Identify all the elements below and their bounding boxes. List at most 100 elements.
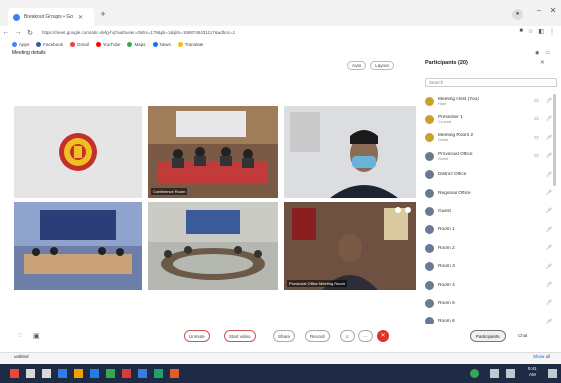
layout-button[interactable]: Layout [370,61,394,70]
back-icon[interactable]: ← [0,29,12,36]
participant-row[interactable]: Meeting Room 2 Guest ▭ 🎤︎ [425,131,557,145]
camera-permission-icon[interactable]: ■ [519,28,523,35]
participant-row[interactable]: Room 4 🎤︎ [425,278,557,292]
participant-row[interactable]: Room 2 🎤︎ [425,241,557,255]
reactions-button[interactable]: ☺ [340,330,355,342]
start-icon[interactable] [10,369,19,378]
extensions-icon[interactable]: ◧ [538,28,544,35]
menu-icon[interactable]: ⋮ [549,28,555,35]
bookmark-item[interactable]: Translate [177,42,203,48]
mic-muted-icon[interactable]: 🎤︎ [546,135,552,141]
camera-off-icon[interactable]: ▭ [534,153,539,159]
video-tile-masked-presenter[interactable] [284,106,416,198]
record-button[interactable]: Record [305,330,330,342]
url-field[interactable]: https://meet.google.com/abc-defg-hij?aut… [42,28,497,37]
mic-muted-icon[interactable]: 🎤︎ [546,227,552,233]
system-clock[interactable]: 9:41 AM [528,366,537,378]
mic-muted-icon[interactable]: 🎤︎ [546,153,552,159]
bookmark-item[interactable]: Gmail [70,42,89,48]
camera-off-icon[interactable]: ▭ [534,135,539,141]
reload-icon[interactable]: ↻ [24,29,36,37]
video-tile-large-meeting-room[interactable] [148,202,278,290]
bookmark-star-icon[interactable]: ☆ [528,28,533,35]
participant-name: Provincial Office Guest [438,152,513,161]
participant-role: Guest [438,138,449,143]
participants-scrollbar[interactable] [553,94,556,186]
mic-muted-icon[interactable]: 🎤︎ [546,172,552,178]
close-window-icon[interactable]: ✕ [546,6,560,15]
auto-view-toggle[interactable]: Auto [347,61,367,70]
participant-row[interactable]: Room 3 🎤︎ [425,260,557,274]
task-view-icon[interactable] [42,369,51,378]
notifications-icon[interactable] [548,369,557,378]
participant-row[interactable]: Presenter 1 Co-host ▭ 🎤︎ [425,112,557,126]
wifi-icon[interactable] [490,369,499,378]
camera-off-icon[interactable]: ▭ [534,116,539,122]
end-call-button[interactable]: ✕ [377,330,389,342]
start-video-button[interactable]: Start video [224,330,256,342]
mic-muted-icon[interactable]: 🎤︎ [546,282,552,288]
close-panel-icon[interactable]: ✕ [540,60,545,66]
search-icon[interactable] [26,369,35,378]
volume-icon[interactable] [506,369,515,378]
forward-icon[interactable]: → [12,29,24,36]
mic-muted-icon[interactable]: 🎤︎ [546,264,552,270]
participant-role: Guest [438,156,449,161]
camera-off-icon[interactable]: ▭ [534,98,539,104]
participant-name: Room 3 [438,264,513,269]
chrome-icon[interactable] [106,369,115,378]
tray-app-icon[interactable] [470,369,479,378]
mute-button[interactable]: Unmute [184,330,210,342]
participant-row[interactable]: District Office 🎤︎ [425,168,557,182]
video-tile-office-presenter[interactable]: Provincial Office Meeting Room [284,202,416,290]
folder-icon[interactable] [74,369,83,378]
participant-row[interactable]: Meeting Host (You) Host ▭ 🎤︎ [425,94,557,108]
mic-muted-icon[interactable]: 🎤︎ [546,300,552,306]
participants-button[interactable]: Participants [470,330,506,342]
explorer-icon[interactable] [58,369,67,378]
layout-icon[interactable]: ▣ [33,332,40,340]
edge-icon[interactable] [90,369,99,378]
mic-muted-icon[interactable]: 🎤︎ [546,116,552,122]
bookmark-item[interactable]: YouTube [95,42,120,48]
browser-tab[interactable]: Breakout Groups • Go ✕ [8,8,94,26]
mic-muted-icon[interactable]: 🎤︎ [546,245,552,251]
bookmark-label: Maps [134,41,146,47]
mic-muted-icon[interactable]: 🎤︎ [546,98,552,104]
participant-row[interactable]: Room 5 🎤︎ [425,296,557,310]
app-icon[interactable] [122,369,131,378]
mic-muted-icon[interactable]: 🎤︎ [546,208,552,214]
participant-row[interactable]: Guest 🎤︎ [425,204,557,218]
excel-icon[interactable] [154,369,163,378]
participants-search-input[interactable]: Search [425,78,557,87]
bookmark-item[interactable]: Apps [12,42,29,48]
profile-avatar[interactable]: ● [512,9,523,20]
participant-row[interactable]: Regional Office 🎤︎ [425,186,557,200]
mic-muted-icon[interactable]: 🎤︎ [546,190,552,196]
video-tile-conference-room[interactable]: Conference Room [148,106,278,198]
powerpoint-icon[interactable] [170,369,179,378]
participant-row[interactable]: Room 1 🎤︎ [425,223,557,237]
download-file-name[interactable]: untitled [14,354,29,359]
avatar [425,188,434,198]
close-tab-icon[interactable]: ✕ [78,14,83,21]
new-tab-button[interactable]: + [98,9,108,19]
show-all-downloads-link[interactable]: Show all [533,354,550,359]
chat-button[interactable]: Chat [518,330,528,342]
avatar [425,114,434,124]
tile-label: Conference Room [151,188,188,195]
avatar [425,243,434,253]
bookmark-item[interactable]: News [152,42,171,48]
share-button[interactable]: Share [273,330,296,342]
minimize-icon[interactable]: – [532,6,546,15]
video-tile-meeting-room[interactable] [14,202,142,290]
more-options-button[interactable]: ⋯ [358,330,373,342]
word-icon[interactable] [138,369,147,378]
participant-name: Regional Office [438,191,513,196]
info-icon[interactable]: ◌ [18,332,22,339]
participant-row[interactable]: Provincial Office Guest ▭ 🎤︎ [425,149,557,163]
bookmark-item[interactable]: Facebook [36,42,63,48]
video-tile-emblem[interactable] [14,106,142,198]
bookmark-item[interactable]: Maps [127,41,146,48]
meeting-details-link[interactable]: Meeting details [12,50,46,56]
